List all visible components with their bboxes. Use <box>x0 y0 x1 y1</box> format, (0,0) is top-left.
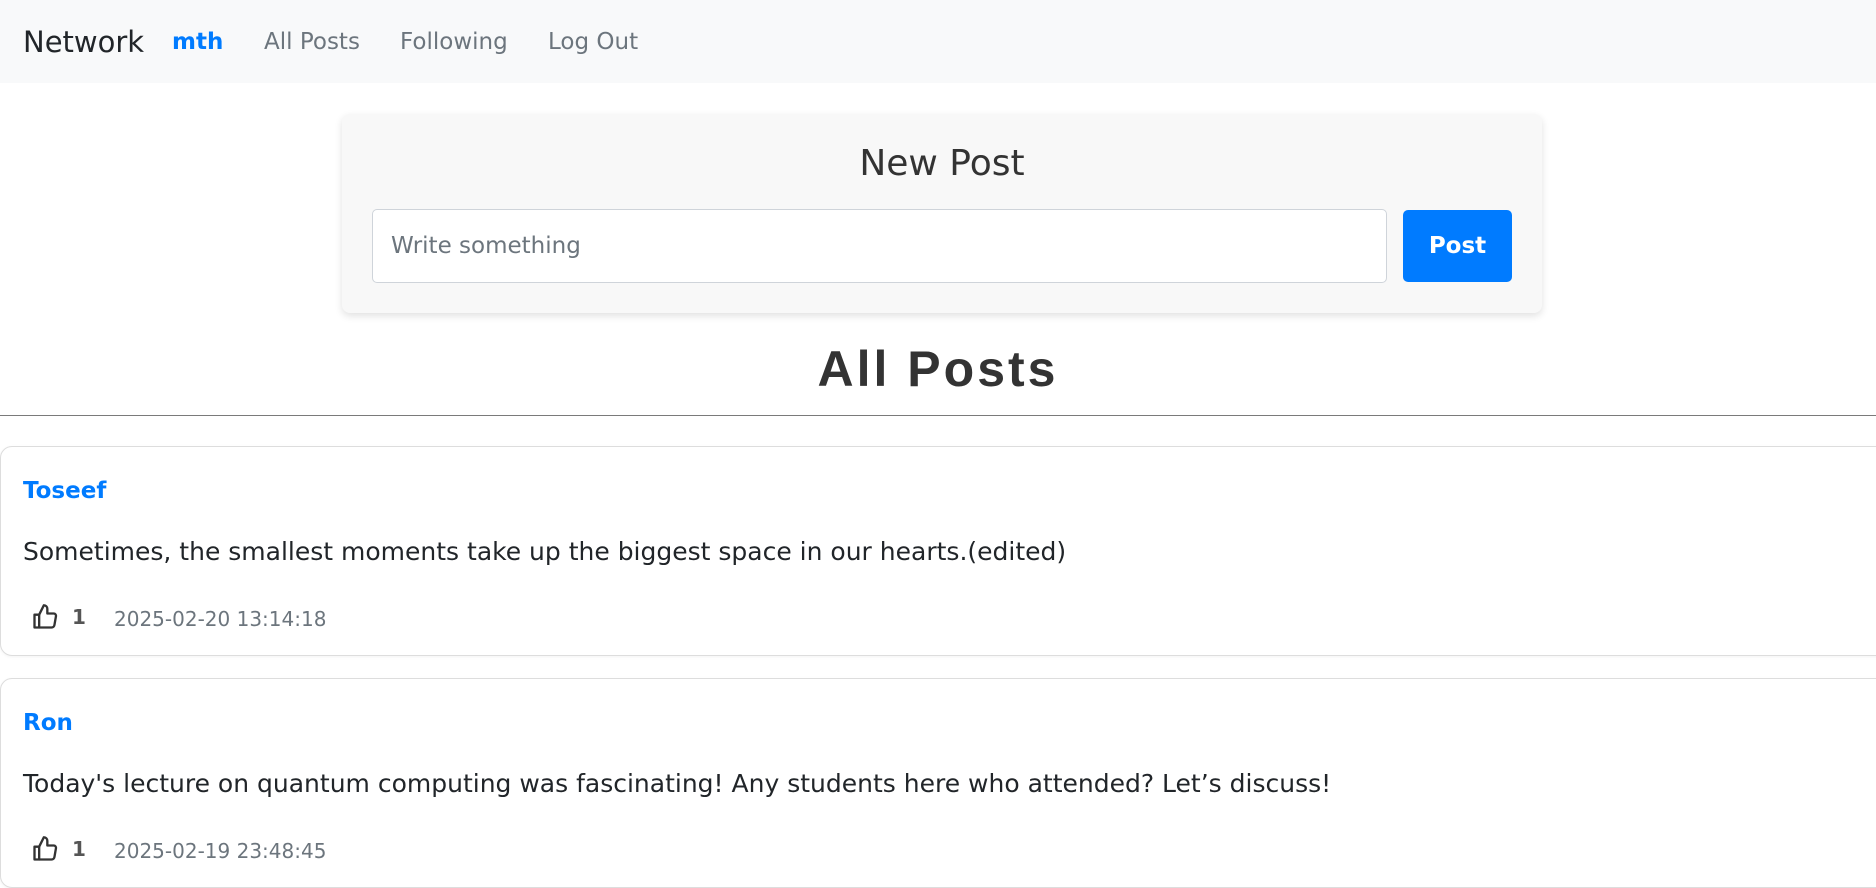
post-timestamp: 2025-02-19 23:48:45 <box>114 839 327 863</box>
post-author-link[interactable]: Ron <box>23 707 73 739</box>
post-card: Ron Today's lecture on quantum computing… <box>0 678 1876 888</box>
like-count: 1 <box>72 605 86 629</box>
nav-all-posts-link[interactable]: All Posts <box>264 26 360 59</box>
nav-following-link[interactable]: Following <box>400 26 508 59</box>
post-content: Today's lecture on quantum computing was… <box>23 769 1332 798</box>
nav-user-profile-link[interactable]: mth <box>172 26 223 59</box>
post-card: Toseef Sometimes, the smallest moments t… <box>0 446 1876 656</box>
like-count: 1 <box>72 837 86 861</box>
post-timestamp: 2025-02-20 13:14:18 <box>114 607 327 631</box>
thumbs-up-icon[interactable] <box>31 603 59 631</box>
new-post-title: New Post <box>859 143 1025 184</box>
new-post-input[interactable] <box>372 209 1387 283</box>
navbar: Network mth All Posts Following Log Out <box>0 0 1876 83</box>
post-button[interactable]: Post <box>1403 210 1512 282</box>
divider <box>0 415 1876 416</box>
nav-log-out-link[interactable]: Log Out <box>548 26 638 59</box>
new-post-card: New Post Post <box>342 114 1542 313</box>
post-author-link[interactable]: Toseef <box>23 475 106 507</box>
all-posts-heading: All Posts <box>817 341 1059 397</box>
thumbs-up-icon[interactable] <box>31 835 59 863</box>
post-content: Sometimes, the smallest moments take up … <box>23 537 1067 566</box>
brand-link[interactable]: Network <box>23 22 144 62</box>
